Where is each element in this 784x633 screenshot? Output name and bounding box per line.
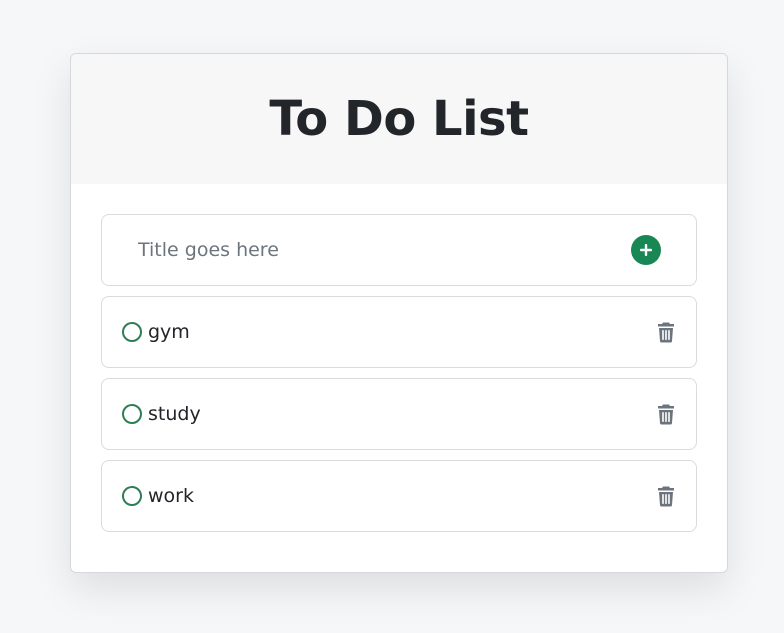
task-label: work	[148, 485, 194, 507]
card-header: To Do List	[71, 54, 727, 184]
trash-icon	[658, 486, 674, 507]
task-item: study	[101, 378, 697, 450]
card-body: gym study	[71, 184, 727, 532]
page-title: To Do List	[269, 91, 529, 147]
delete-task-button[interactable]	[655, 320, 677, 344]
delete-task-button[interactable]	[655, 484, 677, 508]
plus-icon	[640, 244, 652, 256]
task-title-input[interactable]	[138, 239, 631, 261]
task-item: gym	[101, 296, 697, 368]
new-task-row	[101, 214, 697, 286]
add-task-button[interactable]	[631, 235, 661, 265]
task-item: work	[101, 460, 697, 532]
circle-icon[interactable]	[122, 404, 142, 424]
todo-card: To Do List gym	[70, 53, 728, 573]
delete-task-button[interactable]	[655, 402, 677, 426]
task-label: gym	[148, 321, 190, 343]
task-label: study	[148, 403, 201, 425]
trash-icon	[658, 322, 674, 343]
circle-icon[interactable]	[122, 322, 142, 342]
circle-icon[interactable]	[122, 486, 142, 506]
trash-icon	[658, 404, 674, 425]
